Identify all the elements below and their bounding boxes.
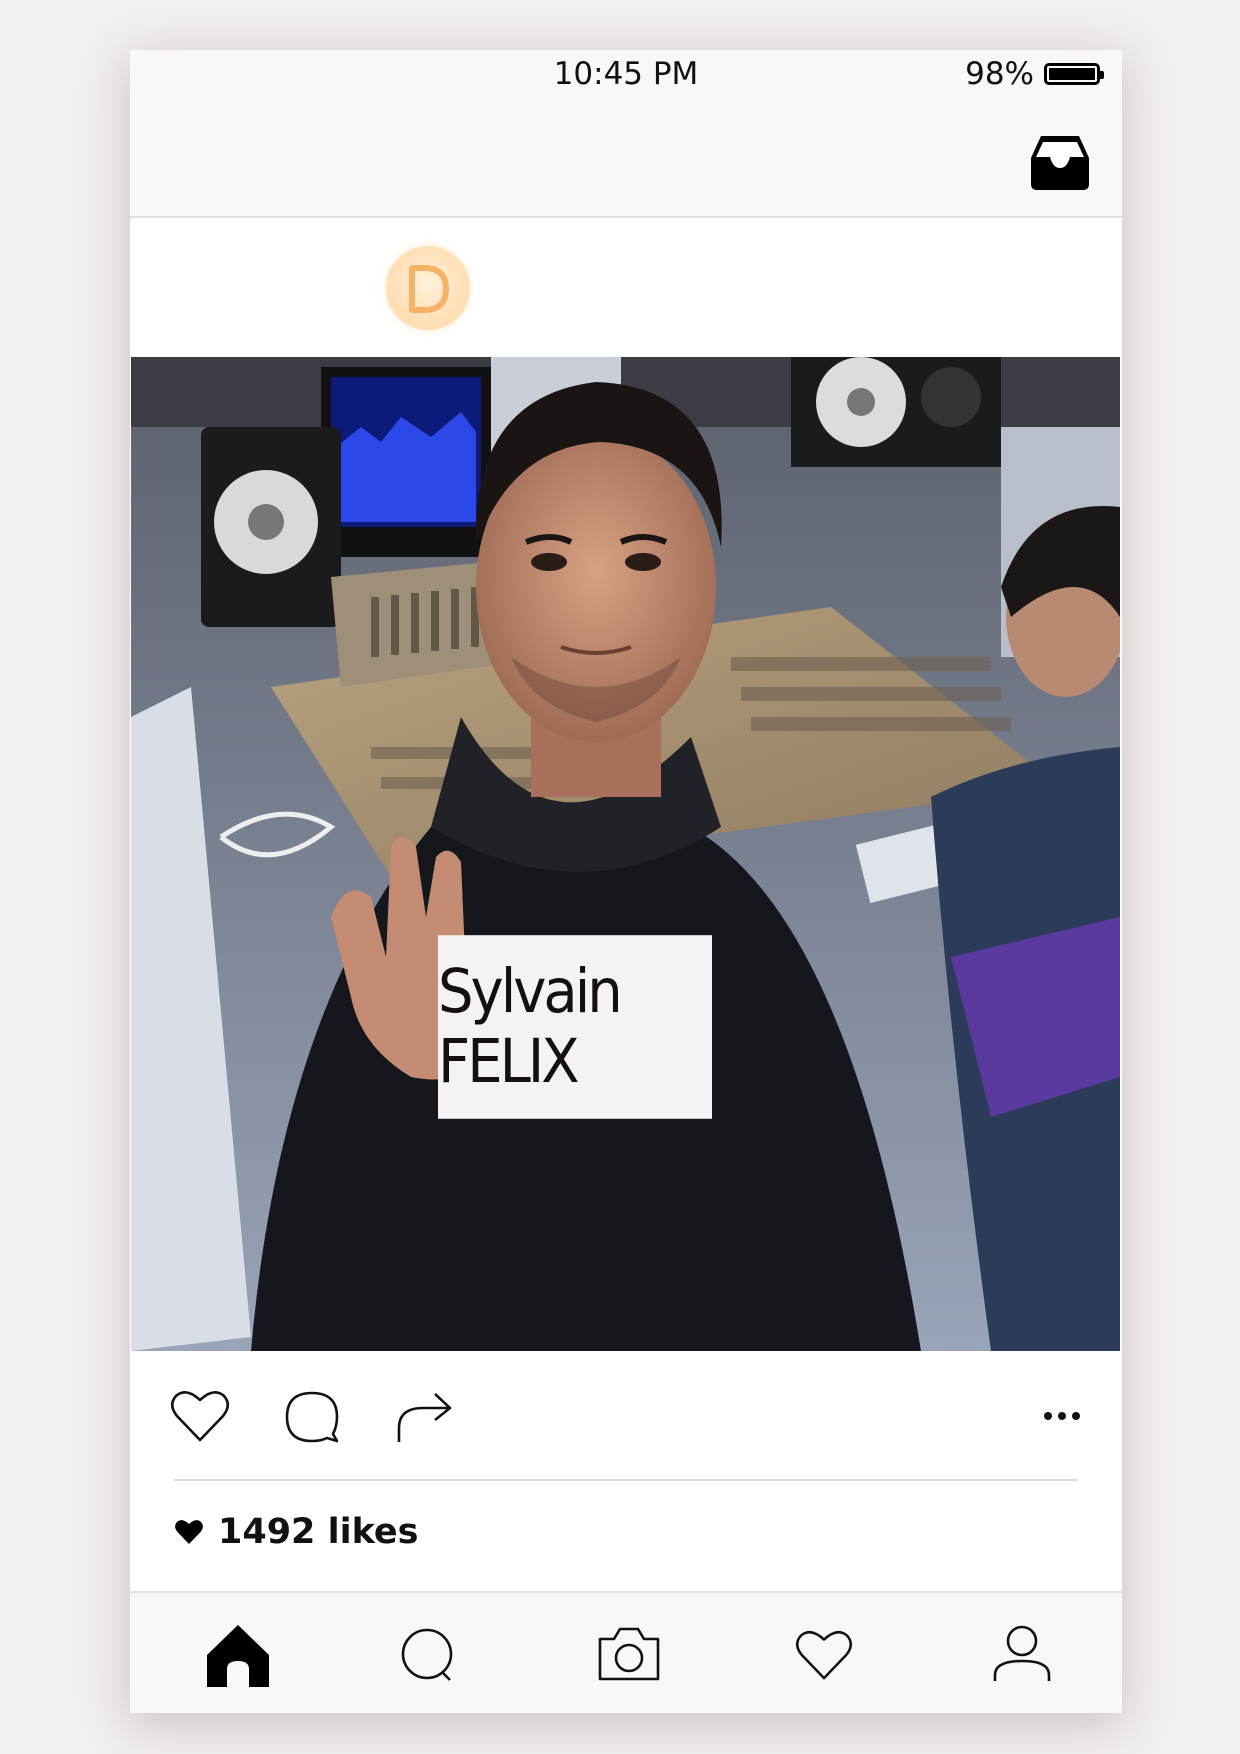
likes-row[interactable]: 1492 likes [174,1512,419,1552]
more-icon[interactable] [1042,1410,1082,1422]
name-card: Sylvain FELIX [438,935,712,1119]
divider [174,1479,1078,1481]
name-card-text: Sylvain FELIX [438,956,623,1098]
battery-percent: 98% [965,56,1034,92]
heart-icon[interactable] [170,1388,230,1444]
post-header [130,218,1122,356]
camera-icon[interactable] [596,1625,662,1683]
inbox-icon[interactable] [1027,132,1093,192]
profile-icon[interactable] [992,1623,1052,1683]
search-icon[interactable] [400,1627,456,1683]
share-icon[interactable] [393,1388,455,1444]
comment-icon[interactable] [283,1388,341,1446]
top-bar: 10:45 PM 98% [130,50,1122,218]
post-photo[interactable]: Sylvain FELIX [131,357,1120,1351]
avatar[interactable] [386,246,470,330]
status-right: 98% [965,56,1104,92]
likes-heart-icon [175,1520,203,1544]
likes-count: 1492 likes [218,1512,419,1552]
phone-frame: 10:45 PM 98% Sylvain FELIX 1492 likes [130,50,1122,1713]
battery-icon [1044,63,1104,85]
activity-heart-icon[interactable] [795,1628,853,1682]
studio-scene-image [131,357,1120,1351]
action-row [130,1380,1122,1480]
tab-bar [130,1591,1122,1713]
avatar-letter-icon [409,265,449,313]
home-icon[interactable] [203,1621,273,1687]
